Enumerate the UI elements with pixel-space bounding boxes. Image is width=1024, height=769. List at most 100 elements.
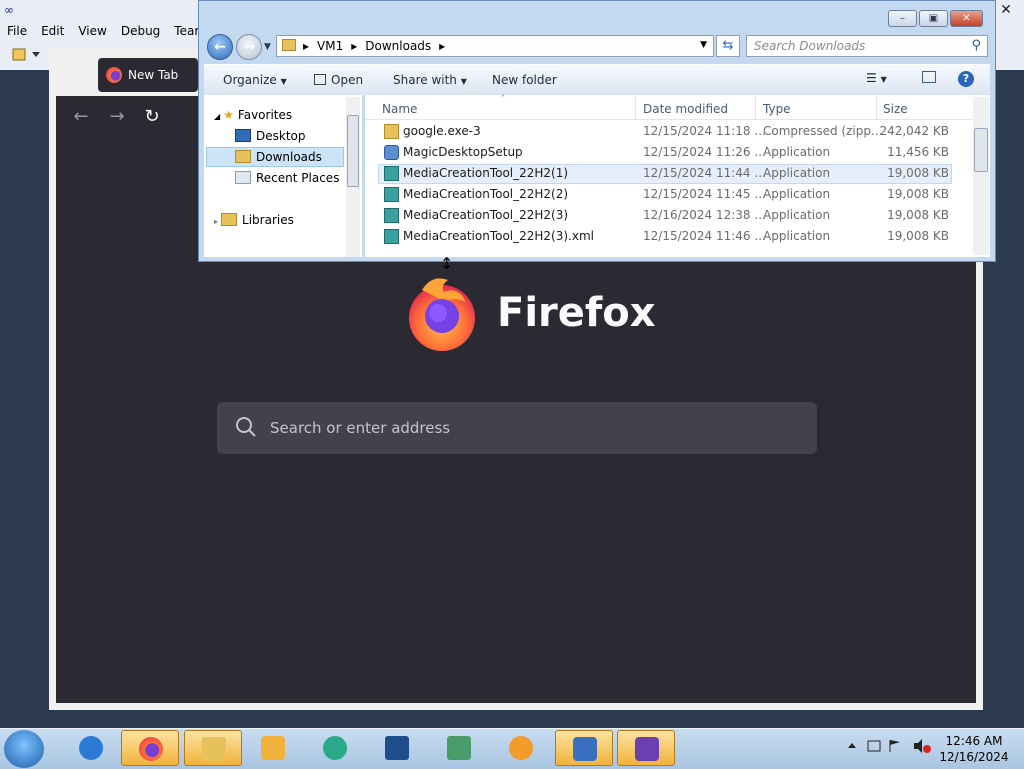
menu-debug[interactable]: Debug <box>114 22 167 42</box>
forward-button[interactable]: → <box>236 34 262 60</box>
window-controls: – ▣ ✕ <box>888 10 983 28</box>
address-bar[interactable]: ▸ VM1 ▸ Downloads ▸ ▼ <box>276 35 714 57</box>
package-icon <box>447 736 471 760</box>
app-icon <box>384 187 399 202</box>
help-icon[interactable]: ? <box>958 71 974 87</box>
firefox-search-input[interactable]: Search or enter address <box>217 402 817 454</box>
breadcrumb: ▸ VM1 ▸ Downloads ▸ <box>303 39 445 53</box>
column-divider[interactable] <box>635 97 636 119</box>
breadcrumb-vm1[interactable]: VM1 <box>317 39 343 53</box>
tab-title: New Tab <box>128 68 179 82</box>
close-icon[interactable]: ✕ <box>950 10 983 27</box>
open-label: Open <box>331 73 364 87</box>
zip-folder-icon <box>384 124 399 139</box>
expand-arrow-icon[interactable]: ◢ <box>214 112 220 121</box>
chevron-right-icon[interactable]: ▸ <box>439 39 445 53</box>
file-type: Application <box>763 145 831 159</box>
libraries-label: Libraries <box>242 213 294 227</box>
firefox-tab-new-tab[interactable]: New Tab <box>98 58 198 92</box>
maximize-icon[interactable]: ▣ <box>919 10 948 27</box>
file-row[interactable]: MediaCreationTool_22H2(2) 12/15/2024 11:… <box>380 184 960 205</box>
taskbar-virtualbox[interactable] <box>368 730 426 766</box>
menu-edit[interactable]: Edit <box>34 22 71 42</box>
chevron-right-icon[interactable]: ▸ <box>351 39 357 53</box>
taskbar-app-orange[interactable] <box>492 730 550 766</box>
share-with-button[interactable]: Share with ▼ <box>393 73 467 87</box>
recent-places-label: Recent Places <box>256 171 340 185</box>
search-downloads-input[interactable]: Search Downloads ⚲ <box>746 35 988 57</box>
setup-app-icon <box>384 145 399 160</box>
command-bar: Organize ▼ Open Share with ▼ New folder … <box>204 64 990 95</box>
firefox-logo-icon <box>402 272 482 352</box>
open-button[interactable]: Open <box>314 73 363 87</box>
chat-app-icon <box>323 736 347 760</box>
view-options-icon[interactable]: ☰ ▼ <box>866 71 887 85</box>
address-dropdown-icon[interactable]: ▼ <box>700 40 707 50</box>
virtualbox-icon <box>385 736 409 760</box>
infinity-icon <box>635 737 659 761</box>
taskbar-package[interactable] <box>430 730 488 766</box>
new-folder-button[interactable]: New folder <box>492 73 557 87</box>
favorites-label: Favorites <box>237 108 293 122</box>
share-with-label: Share with <box>393 73 457 87</box>
menu-view[interactable]: View <box>71 22 113 42</box>
back-button[interactable]: ← <box>207 34 233 60</box>
column-name[interactable]: Name <box>382 102 417 116</box>
nav-scroll-thumb[interactable] <box>347 115 359 187</box>
back-arrow-icon[interactable]: ← <box>68 104 94 130</box>
column-date-modified[interactable]: Date modified <box>643 102 728 116</box>
file-list-scrollbar[interactable] <box>973 97 989 255</box>
taskbar-media-player[interactable] <box>244 730 302 766</box>
file-size: 242,042 KB <box>879 124 949 138</box>
file-name: google.exe-3 <box>403 124 481 138</box>
file-type: Application <box>763 229 831 243</box>
taskbar-firefox[interactable] <box>121 730 179 766</box>
column-divider[interactable] <box>876 97 877 119</box>
file-row[interactable]: MediaCreationTool_22H2(3).xml 12/15/2024… <box>380 226 960 247</box>
taskbar-clock[interactable]: 12:46 AM 12/16/2024 <box>934 733 1014 765</box>
file-row[interactable]: google.exe-3 12/15/2024 11:18 ... Compre… <box>380 121 960 142</box>
folder-icon <box>282 39 296 51</box>
minimize-icon[interactable]: – <box>888 10 917 27</box>
organize-button[interactable]: Organize ▼ <box>223 73 287 87</box>
file-name: MagicDesktopSetup <box>403 145 523 159</box>
forward-arrow-icon[interactable]: → <box>104 104 130 130</box>
refresh-icon[interactable]: ⇆ <box>716 35 740 57</box>
file-list-scroll-thumb[interactable] <box>974 128 988 172</box>
taskbar-visual-studio[interactable] <box>617 730 675 766</box>
preview-pane-icon[interactable] <box>922 71 936 83</box>
search-icon[interactable]: ⚲ <box>971 38 981 53</box>
file-row[interactable]: MediaCreationTool_22H2(1) 12/15/2024 11:… <box>380 163 960 184</box>
file-type: Application <box>763 208 831 222</box>
taskbar-ie[interactable] <box>62 730 120 766</box>
expand-arrow-icon[interactable]: ▸ <box>214 217 218 226</box>
host-close-icon[interactable]: ✕ <box>996 2 1016 18</box>
taskbar-security[interactable] <box>555 730 613 766</box>
nav-libraries[interactable]: ▸ Libraries <box>214 213 294 227</box>
column-divider[interactable] <box>755 97 756 119</box>
file-size: 19,008 KB <box>887 229 949 243</box>
host-menu: File Edit View Debug Team <box>0 22 213 42</box>
file-date: 12/15/2024 11:46 ... <box>643 229 766 243</box>
organize-label: Organize <box>223 73 277 87</box>
column-size[interactable]: Size <box>883 102 908 116</box>
nav-favorites[interactable]: ◢ ★ Favorites <box>214 108 292 122</box>
search-placeholder: Search Downloads <box>754 39 866 53</box>
host-toolbar-icon[interactable] <box>10 46 50 66</box>
breadcrumb-downloads[interactable]: Downloads <box>365 39 431 53</box>
start-button-icon[interactable] <box>4 730 44 768</box>
chevron-right-icon[interactable]: ▸ <box>303 39 309 53</box>
recent-pages-dropdown-icon[interactable]: ▼ <box>264 42 271 52</box>
taskbar-app[interactable] <box>306 730 364 766</box>
file-row[interactable]: MediaCreationTool_22H2(3) 12/16/2024 12:… <box>380 205 960 226</box>
nav-downloads[interactable]: Downloads <box>235 150 322 164</box>
reload-icon[interactable]: ↻ <box>139 104 165 130</box>
file-row[interactable]: MagicDesktopSetup 12/15/2024 11:26 ... A… <box>380 142 960 163</box>
menu-file[interactable]: File <box>0 22 34 42</box>
column-type[interactable]: Type <box>763 102 791 116</box>
nav-scrollbar[interactable] <box>346 97 360 257</box>
nav-recent-places[interactable]: Recent Places <box>235 171 339 185</box>
taskbar-explorer[interactable] <box>184 730 242 766</box>
file-date: 12/15/2024 11:45 ... <box>643 187 766 201</box>
nav-desktop[interactable]: Desktop <box>235 129 306 143</box>
